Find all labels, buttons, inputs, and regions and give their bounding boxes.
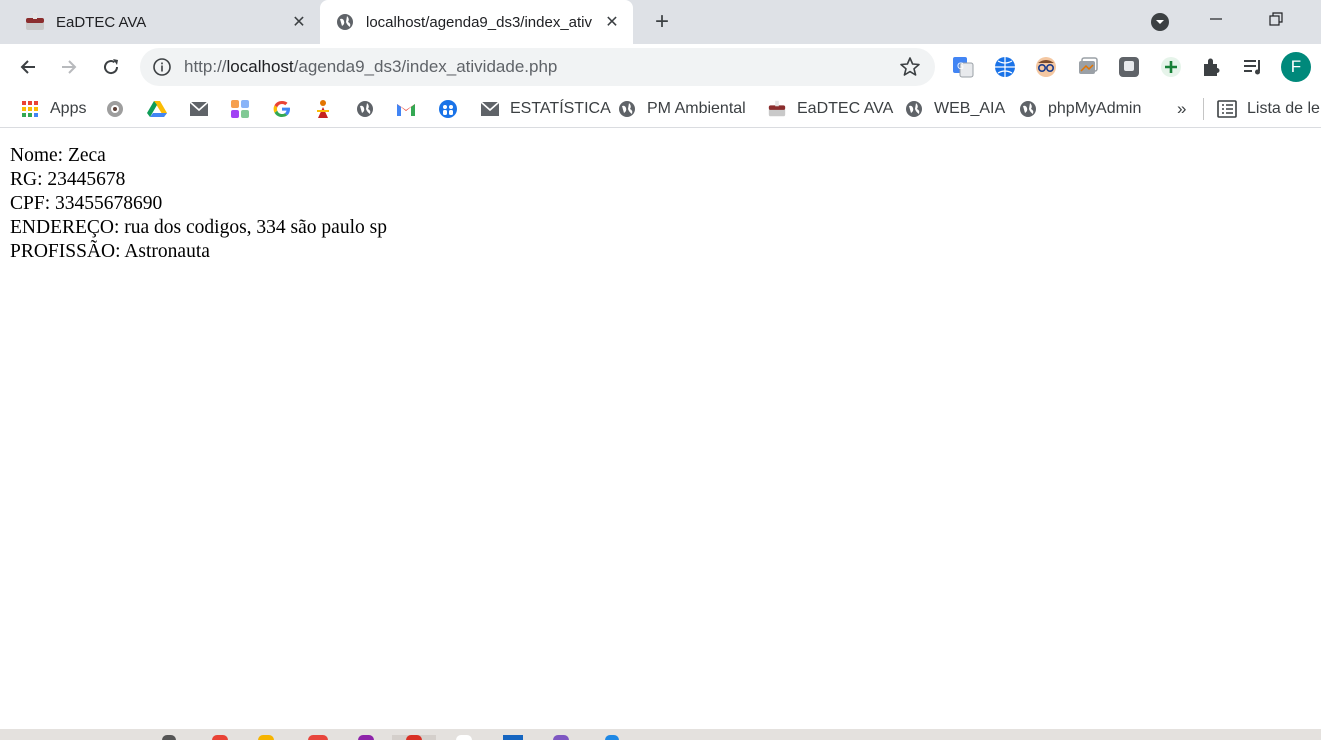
taskbar-app-icon[interactable]	[162, 735, 176, 740]
bookmark-label: Apps	[50, 100, 87, 117]
apps-grid-icon	[20, 99, 40, 119]
minimize-icon	[1210, 18, 1222, 20]
bookmark-label: phpMyAdmin	[1048, 100, 1142, 117]
bookmark-people[interactable]	[438, 97, 458, 121]
tab-strip: EaDTEC AVA ✕ localhost/agenda9_ds3/index…	[0, 0, 1321, 44]
gmail-icon	[396, 99, 416, 119]
close-tab-icon[interactable]: ✕	[599, 9, 625, 35]
tab-title: localhost/agenda9_ds3/index_ativ	[366, 13, 593, 31]
extensions-puzzle-icon[interactable]	[1199, 54, 1225, 80]
reading-list-button[interactable]: Lista de lei	[1217, 97, 1321, 121]
reading-list-icon	[1217, 99, 1237, 119]
taskbar-app-icon[interactable]	[212, 735, 228, 740]
globe-extension-icon[interactable]	[992, 54, 1018, 80]
info-icon	[153, 58, 171, 76]
bookmark-pm-ambiental[interactable]: PM Ambiental	[617, 97, 746, 121]
bookmark-apps[interactable]: Apps	[20, 97, 86, 121]
google-icon	[272, 99, 292, 119]
bookmark-mail[interactable]	[189, 97, 209, 121]
window-extension-icon[interactable]	[1075, 54, 1101, 80]
bookmark-label: PM Ambiental	[647, 100, 746, 117]
taskbar-app-icon[interactable]	[308, 735, 328, 740]
svg-text:G: G	[957, 62, 964, 72]
endereco-line: ENDEREÇO: rua dos codigos, 334 são paulo…	[10, 217, 387, 238]
globe-icon	[355, 99, 375, 119]
taskbar-app-icon[interactable]	[605, 735, 619, 740]
taskbar-app-icon[interactable]	[503, 735, 523, 740]
url-text[interactable]: http://localhost/agenda9_ds3/index_ativi…	[184, 57, 557, 77]
bookmarks-divider	[1203, 98, 1204, 120]
bookmark-figure[interactable]	[313, 97, 333, 121]
bookmark-tiles[interactable]	[230, 97, 250, 121]
browser-toolbar: http://localhost/agenda9_ds3/index_ativi…	[0, 44, 1321, 90]
bookmark-google[interactable]	[272, 97, 292, 121]
restore-icon	[1269, 12, 1283, 26]
reload-button[interactable]	[96, 52, 126, 82]
bookmark-star-icon	[900, 57, 920, 76]
bookmark-globe[interactable]	[355, 97, 375, 121]
tab-title: EaDTEC AVA	[56, 13, 147, 31]
profile-avatar[interactable]: F	[1281, 52, 1311, 82]
bookmark-web-aia[interactable]: WEB_AIA	[904, 97, 1005, 121]
bookmark-label: ESTATÍSTICA	[510, 100, 611, 117]
bookmark-drive[interactable]	[147, 97, 167, 121]
translate-extension-icon[interactable]: G	[950, 54, 976, 80]
bookmarks-overflow-button[interactable]: »	[1177, 97, 1186, 121]
eye-icon	[105, 99, 125, 119]
figure-icon	[313, 99, 333, 119]
globe-icon	[904, 99, 924, 119]
arrow-left-icon	[20, 60, 35, 74]
address-bar[interactable]: http://localhost/agenda9_ds3/index_ativi…	[140, 48, 935, 86]
new-tab-button[interactable]: +	[648, 8, 676, 36]
cake-icon	[24, 11, 46, 33]
bookmark-label: WEB_AIA	[934, 100, 1006, 117]
cake-icon	[767, 99, 787, 119]
rg-line: RG: 23445678	[10, 169, 126, 190]
tab-search-button[interactable]	[1145, 7, 1175, 37]
taskbar-app-icon[interactable]	[456, 735, 472, 740]
people-icon	[438, 99, 458, 119]
globe-icon	[334, 11, 356, 33]
taskbar-app-icon[interactable]	[258, 735, 274, 740]
bookmarks-bar: Apps ESTATÍSTICA PM Ambiental EaDTEC AVA	[0, 90, 1321, 128]
media-queue-icon[interactable]	[1240, 54, 1266, 80]
box-extension-icon[interactable]	[1116, 54, 1142, 80]
reload-icon	[104, 59, 119, 75]
bookmark-eye[interactable]	[105, 97, 125, 121]
glasses-extension-icon[interactable]	[1033, 54, 1059, 80]
mail-icon	[189, 99, 209, 119]
page-content: Nome: Zeca RG: 23445678 CPF: 33455678690…	[10, 144, 387, 264]
taskbar-app-icon[interactable]	[358, 735, 374, 740]
url-scheme: http://	[184, 57, 227, 76]
arrow-right-icon	[62, 60, 77, 74]
bookmark-phpmyadmin[interactable]: phpMyAdmin	[1018, 97, 1141, 121]
url-path: /agenda9_ds3/index_atividade.php	[293, 57, 558, 76]
taskbar-app-icon[interactable]	[553, 735, 569, 740]
profissao-line: PROFISSÃO: Astronauta	[10, 241, 210, 262]
close-tab-icon[interactable]: ✕	[286, 9, 312, 35]
chevron-down-icon	[1151, 13, 1169, 31]
globe-icon	[617, 99, 637, 119]
bookmark-eadtec-ava[interactable]: EaDTEC AVA	[767, 97, 893, 121]
back-button[interactable]	[13, 52, 43, 82]
restore-button[interactable]	[1256, 0, 1296, 38]
tab-localhost[interactable]: localhost/agenda9_ds3/index_ativ ✕	[320, 0, 633, 44]
mail-icon	[480, 99, 500, 119]
puzzle-tile-icon	[230, 99, 250, 119]
taskbar-strip	[0, 729, 1321, 740]
url-host: localhost	[226, 57, 294, 76]
bookmark-estatistica[interactable]: ESTATÍSTICA	[480, 97, 611, 121]
google-drive-icon	[147, 99, 167, 119]
plus-extension-icon[interactable]	[1158, 54, 1184, 80]
cpf-line: CPF: 33455678690	[10, 193, 163, 214]
taskbar-app-icon[interactable]	[406, 735, 422, 740]
globe-icon	[1018, 99, 1038, 119]
nome-line: Nome: Zeca	[10, 145, 106, 166]
tab-eadtec-ava[interactable]: EaDTEC AVA ✕	[10, 0, 320, 44]
bookmark-label: EaDTEC AVA	[797, 100, 894, 117]
bookmark-gmail[interactable]	[396, 97, 416, 121]
reading-list-label: Lista de lei	[1247, 100, 1321, 117]
forward-button[interactable]	[54, 52, 84, 82]
minimize-button[interactable]	[1196, 0, 1236, 38]
